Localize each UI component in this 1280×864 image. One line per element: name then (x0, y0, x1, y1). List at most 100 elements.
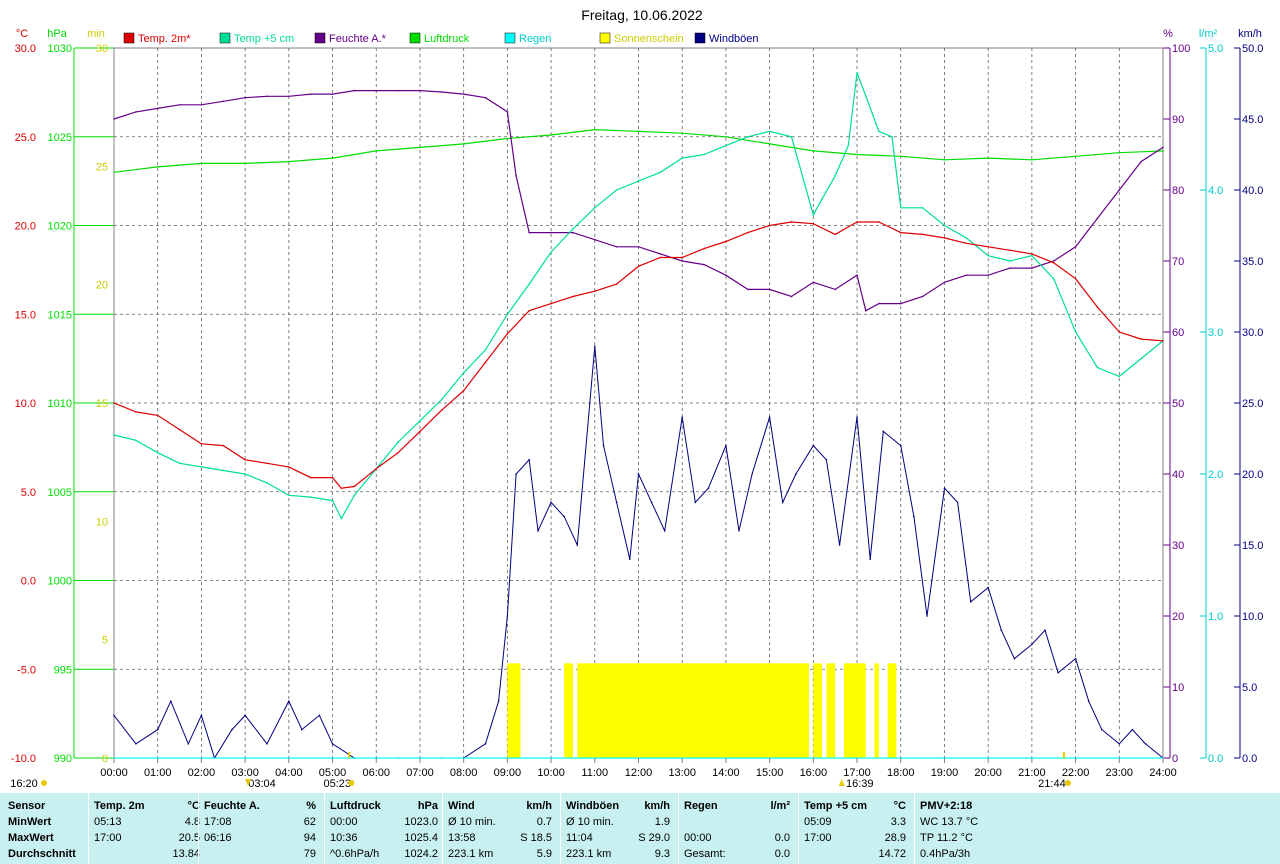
data-point-wind (331, 743, 334, 745)
legend-label-rain: Regen (519, 33, 551, 45)
humidity-tick-label: 90 (1172, 114, 1184, 126)
data-point-wind (926, 615, 928, 617)
data-point-temp2m (178, 428, 181, 431)
data-point-temp2m (222, 444, 225, 447)
x-tick-label: 13:00 (668, 767, 696, 779)
data-point-humidity (899, 302, 902, 305)
stats-cell-value: 9.3 (654, 848, 670, 860)
x-tick-label: 02:00 (188, 767, 216, 779)
stats-column-title: Temp. 2m (94, 800, 145, 812)
x-tick-label: 10:00 (537, 767, 565, 779)
data-point-humidity (288, 95, 290, 98)
sunshine-bar (843, 663, 866, 758)
data-point-humidity (987, 274, 989, 277)
data-point-humidity (790, 295, 793, 298)
stats-header-sensor: Sensor (8, 800, 46, 812)
stats-separator (798, 793, 799, 864)
data-point-temp5cm (659, 171, 662, 174)
data-point-temp5cm (864, 95, 867, 97)
temp-tick-label: 20.0 (15, 221, 36, 233)
data-point-temp5cm (135, 439, 137, 442)
data-point-temp2m (462, 389, 465, 392)
data-point-temp2m (768, 224, 771, 227)
data-point-wind (663, 530, 666, 532)
temp-tick-label: 0.0 (21, 576, 36, 588)
data-point-pressure (856, 153, 858, 156)
data-point-temp5cm (309, 496, 312, 498)
data-point-humidity (1140, 160, 1142, 163)
stats-cell-value: S 18.5 (520, 832, 552, 844)
data-point-humidity (637, 246, 640, 248)
data-point-temp2m (703, 247, 705, 250)
data-point-wind (187, 743, 190, 745)
data-point-pressure (375, 150, 378, 152)
legend-label-pressure: Luftdruck (424, 33, 470, 45)
data-point-pressure (419, 146, 421, 149)
data-point-temp2m (375, 467, 378, 470)
data-point-wind (1057, 672, 1059, 674)
legend-label-humidity: Feuchte A.* (329, 33, 387, 45)
data-point-humidity (878, 302, 880, 305)
data-point-pressure (899, 155, 902, 158)
data-point-wind (969, 601, 972, 603)
data-point-wind (768, 416, 771, 419)
stats-cell-label: 05:09 (804, 816, 832, 828)
legend-swatch-pressure (409, 32, 421, 44)
data-point-wind (738, 530, 740, 532)
data-point-humidity (965, 274, 968, 277)
data-point-humidity (484, 96, 487, 99)
x-tick-label: 06:00 (362, 767, 390, 779)
data-point-temp5cm (1031, 254, 1033, 257)
legend-label-temp2m: Temp. 2m* (138, 33, 191, 45)
data-point-wind (899, 444, 902, 447)
stats-column-title: Luftdruck (330, 800, 381, 812)
data-point-wind (266, 743, 268, 745)
stats-column: Wind km/h Ø 10 min. 0.7 13:58 S 18.5 223.1 km 5… (448, 793, 556, 864)
data-point-temp2m (441, 409, 443, 411)
data-point-humidity (834, 288, 836, 291)
x-tick-label: 20:00 (974, 767, 1002, 779)
legend-label-sun: Sonnenschein (614, 33, 684, 45)
data-point-temp2m (419, 430, 421, 433)
data-point-humidity (178, 104, 181, 106)
data-point-pressure (1118, 151, 1121, 154)
data-point-temp2m (856, 221, 858, 223)
data-point-temp2m (572, 295, 574, 298)
data-point-humidity (921, 295, 924, 298)
x-tick-label: 23:00 (1106, 767, 1134, 779)
pressure-tick-label: 1010 (48, 398, 72, 410)
legend-label-wind: Windböen (709, 33, 759, 45)
moon-icon (41, 780, 47, 786)
weather-chart: Freitag, 10.06.2022 Temp. 2m* Temp +5 cm F… (10, 7, 1263, 790)
humidity-tick-label: 60 (1172, 327, 1184, 339)
data-point-temp2m (1052, 261, 1055, 264)
legend-swatch-sun (599, 32, 611, 44)
humidity-tick-label: 100 (1172, 43, 1190, 55)
stats-cell-value: 62 (303, 816, 316, 828)
data-point-pressure (637, 130, 640, 133)
wind-tick-label: 0.0 (1242, 753, 1257, 765)
stats-pmv-title: PMV+2:18 (920, 800, 973, 812)
rain-tick-label: 4.0 (1208, 185, 1223, 197)
stats-cell-value: 1025.4 (404, 832, 438, 844)
data-point-temp2m (135, 411, 137, 413)
data-point-humidity (331, 93, 334, 95)
data-point-temp2m (528, 309, 531, 312)
data-point-temp2m (659, 256, 662, 259)
data-point-wind (650, 501, 653, 504)
data-point-temp2m (1009, 249, 1011, 252)
stats-cell-value: 28.9 (884, 832, 906, 844)
data-point-wind (869, 558, 871, 560)
data-point-temp5cm (703, 153, 705, 156)
legend: Temp. 2m* Temp +5 cm Feuchte A.* Luftdruck R… (123, 32, 759, 45)
data-point-wind (725, 444, 727, 447)
data-point-pressure (1031, 159, 1033, 161)
stats-separator (198, 793, 199, 864)
data-point-wind (200, 714, 203, 717)
stats-pmv-line: WC 13.7 °C (920, 816, 979, 828)
data-point-humidity (1162, 146, 1164, 149)
stats-pmv-line: TP 11.2 °C (920, 832, 973, 844)
data-point-temp5cm (288, 494, 290, 497)
data-point-humidity (1096, 217, 1099, 220)
sunshine-bar (874, 663, 879, 758)
